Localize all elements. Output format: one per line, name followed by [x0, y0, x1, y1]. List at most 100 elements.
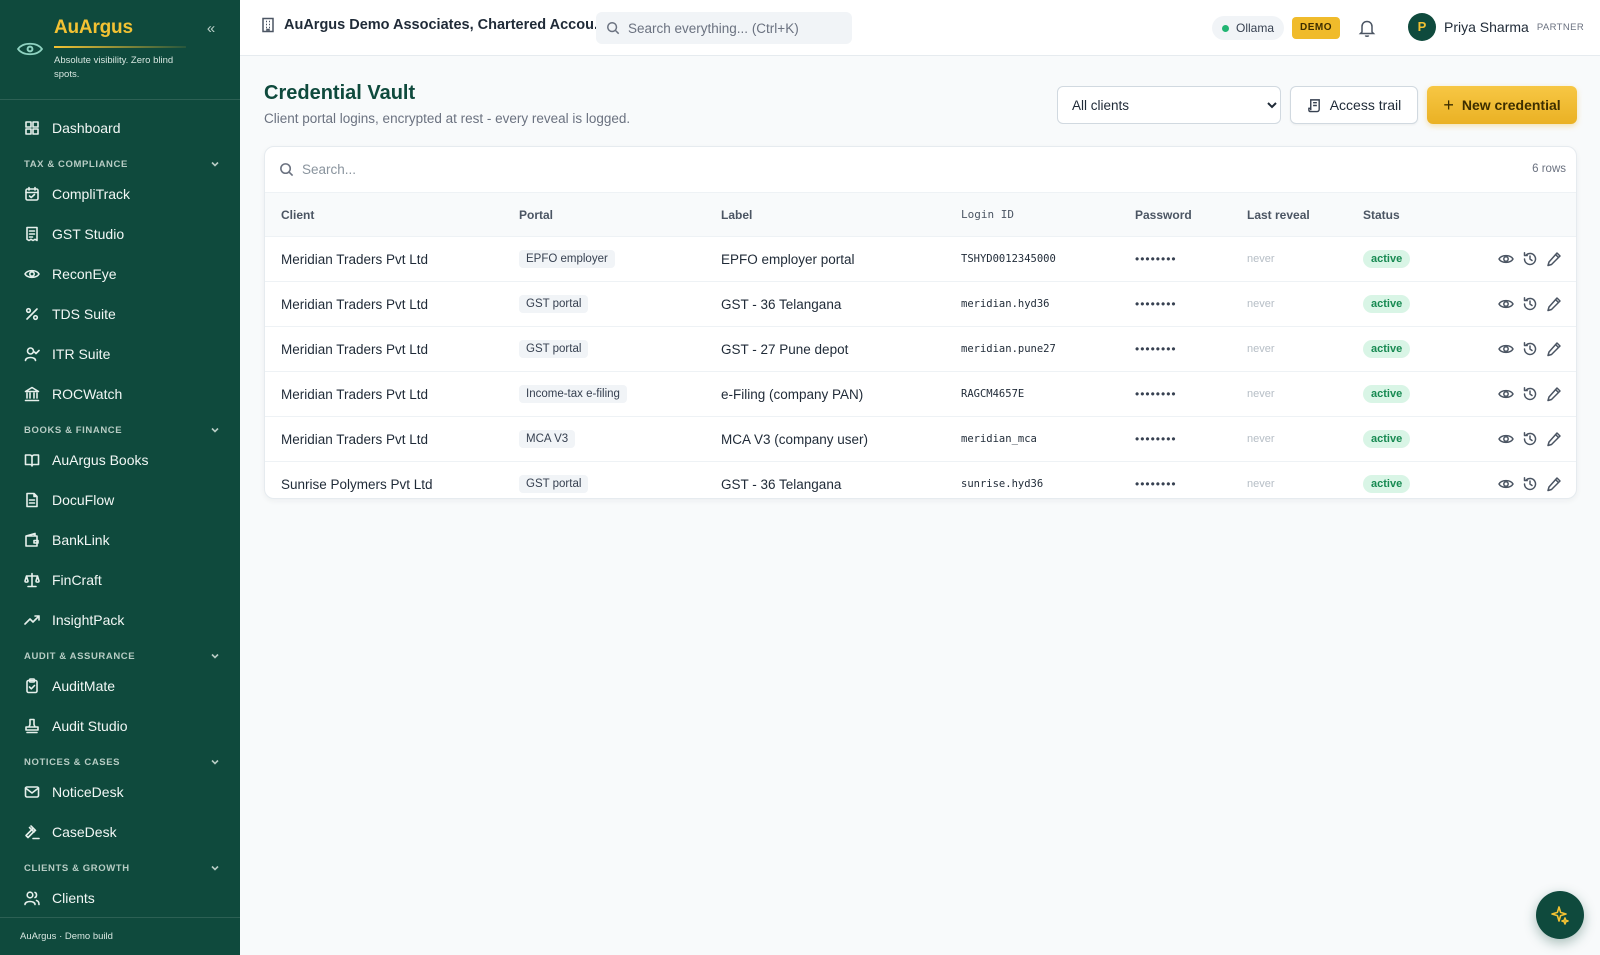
edit-pencil-icon[interactable]	[1546, 296, 1562, 312]
sidebar-item-reconeye[interactable]: ReconEye	[0, 256, 240, 292]
user-name: Priya Sharma	[1444, 19, 1529, 35]
section-tax-compliance[interactable]: TAX & COMPLIANCE	[24, 156, 220, 172]
cell-password: ••••••••	[1135, 252, 1177, 266]
history-icon[interactable]	[1522, 386, 1538, 402]
cell-status: active	[1363, 327, 1411, 371]
table-row[interactable]: Meridian Traders Pvt Ltd GST portal GST …	[265, 282, 1576, 327]
section-notices-cases[interactable]: NOTICES & CASES	[24, 754, 220, 770]
new-credential-button[interactable]: + New credential	[1427, 86, 1577, 124]
history-icon[interactable]	[1522, 251, 1538, 267]
sidebar-item-label: Audit Studio	[52, 718, 128, 734]
sidebar-item-insightpack[interactable]: InsightPack	[0, 602, 240, 638]
users-icon	[24, 891, 40, 906]
sidebar-item-banklink[interactable]: BankLink	[0, 522, 240, 558]
col-header-status[interactable]: Status	[1363, 193, 1400, 237]
dashboard-icon	[25, 121, 39, 135]
history-icon[interactable]	[1522, 341, 1538, 357]
cell-actions	[1498, 462, 1562, 498]
global-search[interactable]	[596, 12, 852, 44]
user-check-icon	[24, 347, 40, 362]
sidebar-item-auditmate[interactable]: AuditMate	[0, 668, 240, 704]
sidebar-item-dashboard[interactable]: Dashboard	[0, 110, 240, 146]
sidebar-item-clients[interactable]: Clients	[0, 880, 240, 916]
reveal-eye-icon[interactable]	[1498, 476, 1514, 492]
edit-pencil-icon[interactable]	[1546, 476, 1562, 492]
search-icon	[607, 22, 620, 35]
table-row[interactable]: Meridian Traders Pvt Ltd GST portal GST …	[265, 327, 1576, 372]
sidebar-item-label: CaseDesk	[52, 824, 117, 840]
sidebar-item-label: ROCWatch	[52, 386, 123, 402]
plus-icon: +	[1443, 95, 1454, 115]
access-trail-button[interactable]: Access trail	[1290, 86, 1418, 124]
reveal-eye-icon[interactable]	[1498, 296, 1514, 312]
search-icon	[280, 163, 294, 177]
history-icon[interactable]	[1522, 431, 1538, 447]
section-audit-assurance[interactable]: AUDIT & ASSURANCE	[24, 648, 220, 664]
table-row[interactable]: Meridian Traders Pvt Ltd EPFO employer E…	[265, 237, 1576, 282]
cell-portal: GST portal	[519, 327, 589, 371]
edit-pencil-icon[interactable]	[1546, 431, 1562, 447]
reveal-eye-icon[interactable]	[1498, 341, 1514, 357]
clipboard-check-icon	[26, 678, 38, 694]
building-icon	[262, 17, 274, 33]
history-icon[interactable]	[1522, 296, 1538, 312]
sidebar-item-label: ITR Suite	[52, 346, 111, 362]
col-header-last-reveal[interactable]: Last reveal	[1247, 193, 1310, 237]
global-search-input[interactable]	[628, 20, 848, 36]
model-status-pill[interactable]: Ollama	[1212, 16, 1285, 40]
reveal-eye-icon[interactable]	[1498, 431, 1514, 447]
table-row[interactable]: Meridian Traders Pvt Ltd Income-tax e-fi…	[265, 372, 1576, 417]
table-row[interactable]: Sunrise Polymers Pvt Ltd GST portal GST …	[265, 462, 1576, 498]
brand-tagline: Absolute visibility. Zero blind spots.	[54, 55, 174, 80]
cell-last-reveal: never	[1247, 388, 1275, 400]
mail-icon	[24, 786, 40, 798]
section-clients-growth[interactable]: CLIENTS & GROWTH	[24, 860, 220, 876]
cell-client: Meridian Traders Pvt Ltd	[281, 431, 429, 447]
col-header-portal[interactable]: Portal	[519, 193, 553, 237]
reveal-eye-icon[interactable]	[1498, 251, 1514, 267]
cell-actions	[1498, 327, 1562, 371]
org-name: AuArgus Demo Associates, Chartered Accou…	[284, 17, 607, 33]
edit-pencil-icon[interactable]	[1546, 251, 1562, 267]
chevron-down-icon	[211, 759, 219, 765]
collapse-sidebar-icon[interactable]: «	[202, 20, 220, 38]
cell-status: active	[1363, 462, 1411, 498]
chevron-down-icon	[211, 427, 219, 433]
edit-pencil-icon[interactable]	[1546, 341, 1562, 357]
section-books-finance[interactable]: BOOKS & FINANCE	[24, 422, 220, 438]
sidebar-item-casedesk[interactable]: CaseDesk	[0, 814, 240, 850]
table-search-input[interactable]	[302, 162, 902, 177]
edit-pencil-icon[interactable]	[1546, 386, 1562, 402]
sidebar-item-fincraft[interactable]: FinCraft	[0, 562, 240, 598]
history-icon[interactable]	[1522, 476, 1538, 492]
col-header-label[interactable]: Label	[721, 193, 752, 237]
col-header-login-id[interactable]: Login ID	[961, 193, 1014, 237]
reveal-eye-icon[interactable]	[1498, 386, 1514, 402]
ai-assistant-button[interactable]	[1536, 891, 1584, 939]
col-header-password[interactable]: Password	[1135, 193, 1192, 237]
sidebar-item-itr-suite[interactable]: ITR Suite	[0, 336, 240, 372]
scroll-text-icon	[1307, 98, 1320, 112]
bell-icon	[1358, 20, 1376, 37]
table-search[interactable]: 6 rows	[265, 147, 1576, 193]
sidebar-item-rocwatch[interactable]: ROCWatch	[0, 376, 240, 412]
sidebar-item-noticedesk[interactable]: NoticeDesk	[0, 774, 240, 810]
sidebar-item-gst-studio[interactable]: GST Studio	[0, 216, 240, 252]
cell-status: active	[1363, 237, 1411, 281]
cell-actions	[1498, 372, 1562, 416]
col-header-client[interactable]: Client	[281, 193, 314, 237]
section-label: CLIENTS & GROWTH	[24, 862, 130, 874]
user-menu[interactable]: P Priya Sharma PARTNER	[1408, 13, 1584, 41]
table-row[interactable]: Meridian Traders Pvt Ltd MCA V3 MCA V3 (…	[265, 417, 1576, 462]
notifications-button[interactable]	[1357, 18, 1377, 38]
sidebar-item-docuflow[interactable]: DocuFlow	[0, 482, 240, 518]
sidebar-item-tds-suite[interactable]: TDS Suite	[0, 296, 240, 332]
brand-underline	[54, 46, 186, 48]
sidebar-item-audit-studio[interactable]: Audit Studio	[0, 708, 240, 744]
sidebar-item-complitrack[interactable]: CompliTrack	[0, 176, 240, 212]
org-switcher[interactable]: AuArgus Demo Associates, Chartered Accou…	[260, 17, 606, 33]
client-filter-select[interactable]: All clients	[1057, 86, 1281, 124]
sidebar-item-auargus-books[interactable]: AuArgus Books	[0, 442, 240, 478]
sidebar-item-label: TDS Suite	[52, 306, 116, 322]
sidebar-item-label: GST Studio	[52, 226, 125, 242]
